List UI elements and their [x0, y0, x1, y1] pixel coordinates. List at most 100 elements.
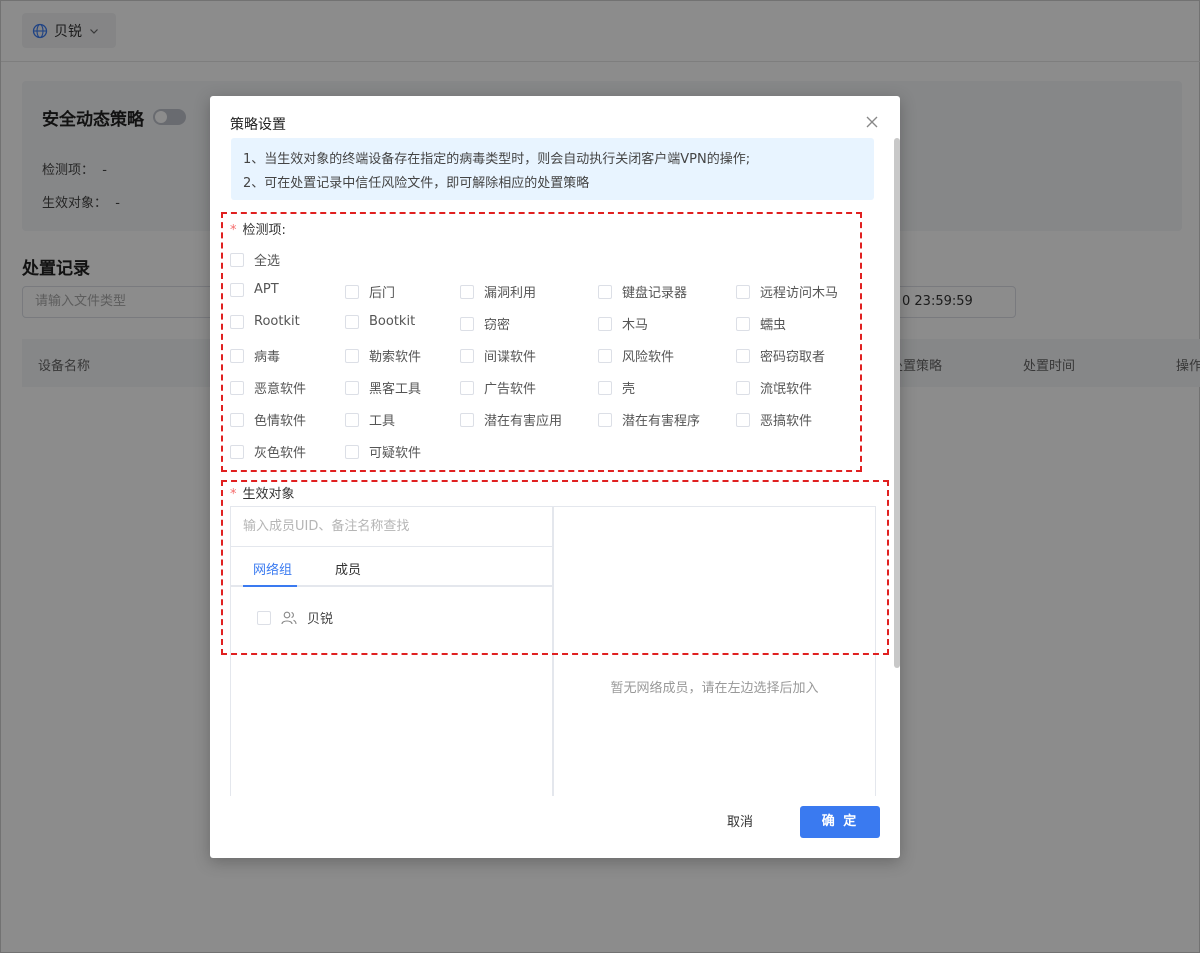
detect-option-checkbox[interactable]: 灰色软件 — [230, 442, 306, 461]
detect-option-checkbox[interactable]: 壳 — [598, 378, 635, 397]
detect-option-label: APT — [254, 282, 279, 297]
detect-option-label: 潜在有害应用 — [484, 414, 563, 429]
checkbox-box[interactable] — [598, 412, 612, 427]
detect-option-label: 黑客工具 — [369, 382, 422, 397]
checkbox-box[interactable] — [460, 412, 474, 427]
member-search-input[interactable]: 输入成员UID、备注名称查找 — [231, 507, 552, 547]
checkbox-box[interactable] — [257, 610, 271, 625]
confirm-button[interactable]: 确 定 — [800, 806, 880, 838]
detect-option-checkbox[interactable]: 恶搞软件 — [736, 410, 812, 429]
checkbox-box[interactable] — [230, 444, 244, 459]
checkbox-box[interactable] — [736, 380, 750, 395]
checkbox-box[interactable] — [598, 284, 612, 299]
detect-option-label: 可疑软件 — [369, 446, 422, 461]
checkbox-box[interactable] — [345, 348, 359, 363]
detect-option-checkbox[interactable]: 间谍软件 — [460, 346, 536, 365]
checkbox-box[interactable] — [230, 348, 244, 363]
detect-option-checkbox[interactable]: 后门 — [345, 282, 395, 301]
detect-option-checkbox[interactable]: 键盘记录器 — [598, 282, 687, 301]
checkbox-box[interactable] — [345, 284, 359, 299]
detect-option-checkbox[interactable]: 流氓软件 — [736, 378, 812, 397]
checkbox-box[interactable] — [230, 380, 244, 395]
source-tabs: 网络组 成员 — [231, 547, 552, 587]
detect-option-checkbox[interactable]: Rootkit — [230, 314, 300, 329]
checkbox-select-all[interactable]: 全选 — [230, 250, 280, 269]
detect-option-checkbox[interactable]: 潜在有害程序 — [598, 410, 700, 429]
close-icon — [866, 116, 878, 128]
detect-option-label: 窃密 — [484, 318, 511, 333]
detect-option-label: Rootkit — [254, 314, 300, 329]
checkbox-box[interactable] — [598, 316, 612, 331]
tab-network-group[interactable]: 网络组 — [253, 559, 292, 578]
detect-option-checkbox[interactable]: 色情软件 — [230, 410, 306, 429]
detect-option-label: 壳 — [622, 382, 636, 397]
checkbox-box[interactable] — [736, 348, 750, 363]
checkbox-box[interactable] — [736, 284, 750, 299]
detect-option-label: 工具 — [369, 414, 396, 429]
dialog-scrollbar[interactable] — [894, 138, 900, 668]
detect-option-label: 流氓软件 — [760, 382, 813, 397]
checkbox-box[interactable] — [460, 284, 474, 299]
detect-option-checkbox[interactable]: 风险软件 — [598, 346, 674, 365]
detect-option-checkbox[interactable]: 勒索软件 — [345, 346, 421, 365]
tree-node-label: 贝锐 — [307, 612, 334, 627]
detect-option-checkbox[interactable]: 工具 — [345, 410, 395, 429]
detect-option-checkbox[interactable]: 病毒 — [230, 346, 280, 365]
checkbox-box[interactable] — [460, 380, 474, 395]
target-panel: 暂无网络成员，请在左边选择后加入 — [553, 506, 876, 796]
detect-option-label: Bootkit — [369, 314, 416, 329]
detect-option-checkbox[interactable]: 广告软件 — [460, 378, 536, 397]
detect-option-label: 病毒 — [254, 350, 281, 365]
cancel-button[interactable]: 取消 — [710, 808, 770, 838]
checkbox-box[interactable] — [230, 412, 244, 427]
detect-option-label: 色情软件 — [254, 414, 307, 429]
checkbox-box[interactable] — [598, 380, 612, 395]
detect-option-checkbox[interactable]: 窃密 — [460, 314, 510, 333]
detect-option-checkbox[interactable]: 蠕虫 — [736, 314, 786, 333]
detect-option-label: 间谍软件 — [484, 350, 537, 365]
detect-option-label: 潜在有害程序 — [622, 414, 701, 429]
checkbox-box[interactable] — [736, 412, 750, 427]
notice-line-2: 2、可在处置记录中信任风险文件，即可解除相应的处置策略 — [243, 176, 590, 191]
detect-option-checkbox[interactable]: 远程访问木马 — [736, 282, 838, 301]
detect-option-checkbox[interactable]: 可疑软件 — [345, 442, 421, 461]
detect-option-checkbox[interactable]: 密码窃取者 — [736, 346, 825, 365]
tab-members[interactable]: 成员 — [335, 559, 361, 578]
dialog-title: 策略设置 — [230, 117, 286, 133]
checkbox-box[interactable] — [345, 380, 359, 395]
active-tab-indicator — [243, 585, 297, 587]
checkbox-box[interactable] — [598, 348, 612, 363]
detect-option-label: 木马 — [622, 318, 649, 333]
detect-option-checkbox[interactable]: 木马 — [598, 314, 648, 333]
detect-option-checkbox[interactable]: APT — [230, 282, 279, 297]
detect-option-checkbox[interactable]: 潜在有害应用 — [460, 410, 562, 429]
detect-option-label: 漏洞利用 — [484, 286, 537, 301]
checkbox-box[interactable] — [345, 314, 359, 329]
detect-option-checkbox[interactable]: 漏洞利用 — [460, 282, 536, 301]
detect-option-label: 广告软件 — [484, 382, 537, 397]
source-panel: 输入成员UID、备注名称查找 网络组 成员 贝锐 — [230, 506, 553, 796]
checkbox-box[interactable] — [460, 348, 474, 363]
detect-option-label: 恶搞软件 — [760, 414, 813, 429]
close-button[interactable] — [862, 112, 882, 132]
detect-option-checkbox[interactable]: Bootkit — [345, 314, 415, 329]
checkbox-box[interactable] — [460, 316, 474, 331]
detect-option-checkbox[interactable]: 恶意软件 — [230, 378, 306, 397]
notice-box: 1、当生效对象的终端设备存在指定的病毒类型时，则会自动执行关闭客户端VPN的操作… — [231, 138, 874, 200]
detect-option-label: 灰色软件 — [254, 446, 307, 461]
checkbox-box[interactable] — [345, 444, 359, 459]
detect-option-label: 勒索软件 — [369, 350, 422, 365]
detect-option-label: 远程访问木马 — [760, 286, 839, 301]
users-icon — [281, 611, 297, 624]
checkbox-box[interactable] — [230, 314, 244, 329]
checkbox-box[interactable] — [230, 282, 244, 297]
detect-option-label: 后门 — [369, 286, 396, 301]
policy-settings-dialog: 策略设置 1、当生效对象的终端设备存在指定的病毒类型时，则会自动执行关闭客户端V… — [210, 96, 900, 858]
checkbox-box[interactable] — [345, 412, 359, 427]
detect-option-label: 风险软件 — [622, 350, 675, 365]
detect-option-checkbox[interactable]: 黑客工具 — [345, 378, 421, 397]
highlight-detect-section — [221, 212, 862, 472]
checkbox-box[interactable] — [736, 316, 750, 331]
checkbox-box[interactable] — [230, 252, 244, 267]
tree-node-group[interactable]: 贝锐 — [257, 608, 333, 627]
